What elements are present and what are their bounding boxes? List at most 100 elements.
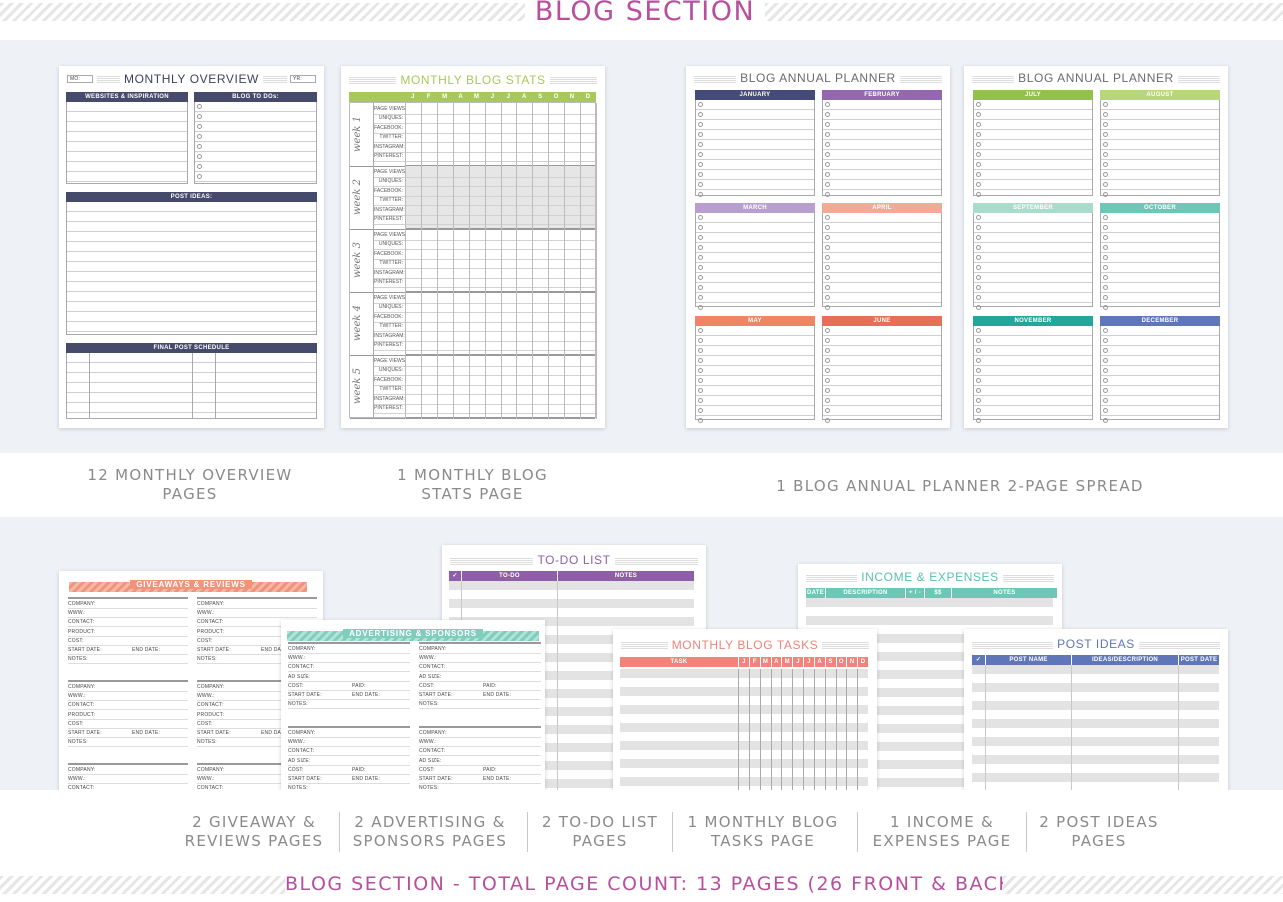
- form-field-label: COMPANY:: [68, 601, 96, 607]
- stats-row-label: TWITTER:: [379, 260, 403, 267]
- form-field-label: AD SIZE:: [419, 757, 442, 764]
- todo-circle: [698, 338, 703, 343]
- stats-label-sep: [373, 103, 374, 419]
- todo-circle: [1103, 285, 1108, 290]
- month-box-december: [1100, 326, 1220, 423]
- advertising-title: ADVERTISING & SPONSORS: [281, 629, 545, 638]
- todo-circle: [698, 142, 703, 147]
- tasks-month-7: A: [813, 657, 825, 667]
- todo-circle: [976, 235, 981, 240]
- todo-circle: [976, 132, 981, 137]
- stats-week-label: week 5: [352, 368, 363, 405]
- stats-week-label: week 4: [352, 305, 363, 342]
- form-field-label: COMPANY:: [419, 730, 447, 736]
- stats-week-divider: [350, 418, 595, 419]
- todo-circle: [1103, 305, 1108, 310]
- form-field-line: [68, 718, 188, 720]
- todo-circle: [698, 398, 703, 403]
- tasks-month-6: J: [803, 657, 814, 667]
- month-header-february: FEBRUARY: [822, 90, 942, 100]
- form-field-line: [419, 737, 541, 738]
- footer-stripe-left: [0, 876, 285, 894]
- todo-circle: [1103, 388, 1108, 393]
- tasks-month-1: F: [748, 657, 760, 667]
- todo-circle: [825, 338, 830, 343]
- form-end-date-label: END DATE:: [352, 776, 381, 782]
- stats-row-label: INSTAGRAM:: [374, 143, 405, 150]
- form-field-line: [288, 773, 410, 775]
- monthly-blog-stats-page: MONTHLY BLOG STATS J F M A M J J A S O N D week 1 PA…: [341, 66, 605, 428]
- todo-circle: [976, 285, 981, 290]
- form-field-label: START DATE:: [68, 647, 102, 653]
- form-field-line: [419, 699, 541, 700]
- todo-circle: [698, 328, 703, 333]
- todo-circle: [698, 132, 703, 137]
- form-field-label: START DATE:: [197, 730, 231, 736]
- form-field-line: [419, 755, 541, 757]
- form-field-label: AD SIZE:: [288, 673, 311, 680]
- form-field-label: START DATE:: [419, 692, 453, 698]
- stats-month-10: N: [569, 94, 575, 100]
- todo-circle: [825, 368, 830, 373]
- form-field-label: CONTACT:: [68, 702, 95, 709]
- form-field-label: NOTES:: [288, 701, 308, 708]
- tasks-col-sep: [759, 669, 761, 790]
- form-field-line: [419, 764, 541, 766]
- form-field-line: [68, 727, 188, 729]
- month-header-august: AUGUST: [1100, 90, 1220, 100]
- post-ideas-page: POST IDEAS ✓ POST NAME IDEAS/DESCRIPTION…: [964, 629, 1228, 790]
- todo-circle: [976, 152, 981, 157]
- todo-circle: [825, 132, 830, 137]
- stats-row-label: UNIQUES:: [378, 241, 403, 248]
- todo-circle: [1103, 408, 1108, 413]
- form-field-label: CONTACT:: [197, 619, 224, 626]
- todo-title: TO-DO LIST: [442, 553, 706, 567]
- form-block-rule: [68, 680, 188, 682]
- form-field-line: [68, 737, 188, 738]
- stats-month-3: A: [458, 94, 464, 100]
- caption-separator: [339, 812, 340, 852]
- stats-col-sep: [405, 103, 406, 419]
- todo-circle: [825, 275, 830, 280]
- form-field-line: [288, 689, 410, 691]
- todo-circle: [825, 408, 830, 413]
- month-box-may: [695, 326, 815, 423]
- todo-circle: [1103, 235, 1108, 240]
- form-field-label: WWW.:: [197, 776, 215, 783]
- stats-grid: week 1 PAGE VIEWS: UNIQUES: FACEBOOK: TWITTE…: [349, 102, 597, 419]
- tasks-month-4: M: [781, 657, 792, 667]
- form-block-rule: [288, 726, 410, 728]
- form-field-label: WWW.:: [68, 776, 86, 783]
- form-field-label: CONTACT:: [68, 619, 95, 626]
- form-field-label: WWW.:: [419, 739, 437, 746]
- month-header-january: JANUARY: [695, 90, 815, 100]
- form-field-label: WWW.:: [288, 655, 306, 662]
- todo-circle: [976, 245, 981, 250]
- month-box-june: [822, 326, 942, 423]
- tasks-month-10: N: [846, 657, 857, 667]
- stats-row-label: UNIQUES:: [378, 178, 403, 185]
- todo-circle: [698, 102, 703, 107]
- form-field-label: CONTACT:: [68, 785, 95, 790]
- todo-circle: [698, 348, 703, 353]
- form-end-date-label: END DATE:: [352, 692, 381, 698]
- form-paid-label: PAID:: [352, 766, 366, 773]
- form-field-line: [68, 626, 188, 628]
- todo-circle: [976, 348, 981, 353]
- stats-row-label: TWITTER:: [379, 386, 403, 393]
- form-field-label: PRODUCT:: [68, 628, 96, 635]
- post-name-col: POST NAME: [986, 655, 1071, 665]
- form-field-line: [419, 708, 541, 710]
- form-field-line: [68, 617, 188, 619]
- todo-circle: [825, 142, 830, 147]
- form-field-line: [68, 774, 188, 775]
- form-field-label: CONTACT:: [419, 748, 446, 755]
- post-date-col: POST DATE: [1179, 655, 1219, 665]
- todo-circle: [825, 295, 830, 300]
- form-field-label: COMPANY:: [197, 767, 225, 773]
- stats-month-6: J: [506, 94, 511, 100]
- caption-blog-stats: 1 MONTHLY BLOG STATS PAGE: [397, 466, 548, 503]
- tasks-rows: [620, 669, 868, 790]
- header-stripe-right: [765, 3, 1283, 21]
- todo-circle: [976, 122, 981, 127]
